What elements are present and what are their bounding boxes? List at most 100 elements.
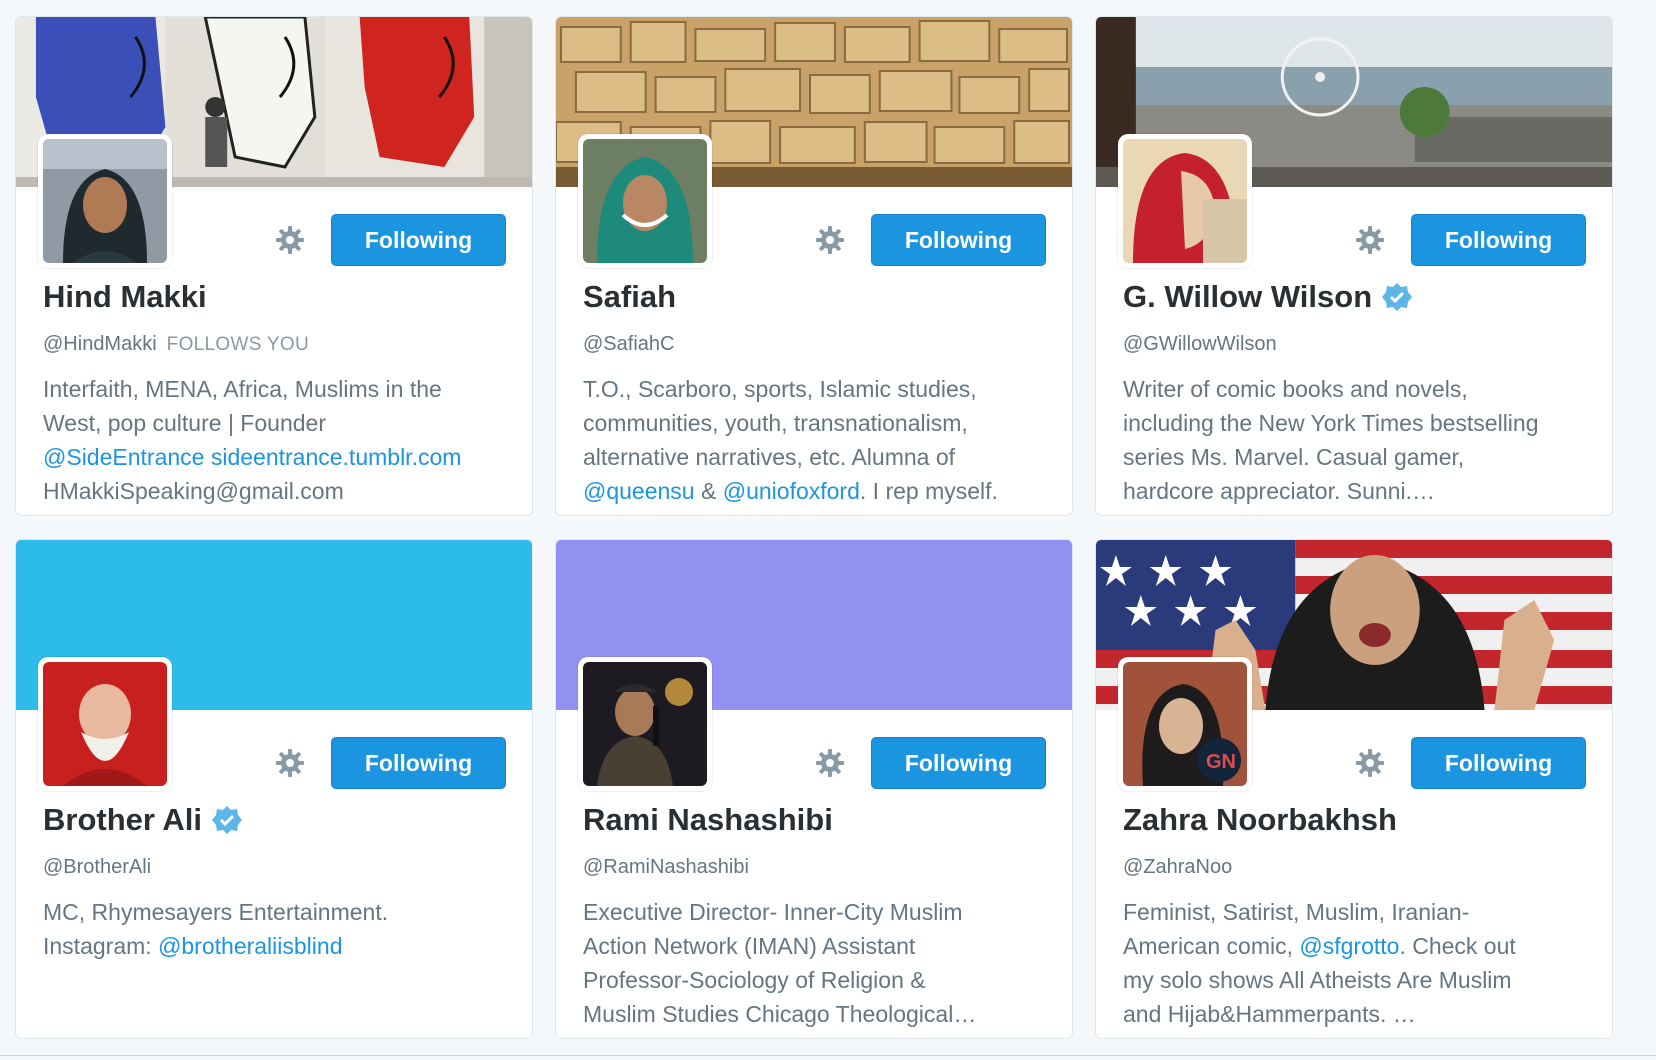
bio-text: . Check out (1399, 933, 1516, 959)
name-row: Brother Ali (43, 802, 243, 838)
avatar[interactable] (578, 134, 712, 268)
bio-text: Professor-Sociology of Religion & (583, 967, 926, 993)
bio-text: series Ms. Marvel. Casual gamer, (1123, 444, 1465, 470)
profile-handle[interactable]: @SafiahC (583, 333, 674, 355)
gear-icon[interactable] (814, 224, 846, 256)
avatar[interactable]: GN (1118, 657, 1252, 791)
profile-name[interactable]: Safiah (583, 279, 676, 315)
following-button[interactable]: Following (1411, 737, 1586, 789)
profile-name[interactable]: Brother Ali (43, 802, 202, 838)
handle-row: @HindMakki FOLLOWS YOU (43, 333, 309, 356)
avatar[interactable] (38, 657, 172, 791)
profile-bio: T.O., Scarboro, sports, Islamic studies,… (583, 372, 1053, 508)
bio-link[interactable]: @sfgrotto (1299, 933, 1399, 959)
bio-link[interactable]: @SideEntrance (43, 444, 204, 470)
gear-icon[interactable] (1354, 224, 1386, 256)
bio-line: T.O., Scarboro, sports, Islamic studies, (583, 372, 1053, 406)
bio-line: West, pop culture | Founder (43, 406, 513, 440)
handle-row: @BrotherAli (43, 856, 151, 879)
bio-line: Interfaith, MENA, Africa, Muslims in the (43, 372, 513, 406)
profile-name[interactable]: Hind Makki (43, 279, 207, 315)
following-button[interactable]: Following (1411, 214, 1586, 266)
bio-line: and Hijab&Hammerpants. … (1123, 997, 1593, 1031)
bio-text: and Hijab&Hammerpants. … (1123, 1001, 1416, 1027)
bio-text: HMakkiSpeaking@gmail.com (43, 478, 344, 504)
profile-card: Following Hind Makki @HindMakki FOLLOWS Y… (15, 16, 533, 516)
following-button[interactable]: Following (331, 214, 506, 266)
bio-line: HMakkiSpeaking@gmail.com (43, 474, 513, 508)
bio-line: @queensu & @uniofoxford. I rep myself. (583, 474, 1053, 508)
profile-handle[interactable]: @GWillowWilson (1123, 333, 1277, 355)
profile-handle[interactable]: @RamiNashashibi (583, 856, 749, 878)
profile-handle[interactable]: @HindMakki (43, 333, 157, 355)
bio-text: Executive Director- Inner-City Muslim (583, 899, 963, 925)
avatar[interactable] (1118, 134, 1252, 268)
profile-handle[interactable]: @ZahraNoo (1123, 856, 1232, 878)
verified-badge-icon (212, 805, 243, 835)
bio-text: American comic, (1123, 933, 1300, 959)
avatar[interactable] (38, 134, 172, 268)
svg-text:GN: GN (1206, 751, 1236, 773)
profile-name[interactable]: G. Willow Wilson (1123, 279, 1372, 315)
avatar[interactable] (578, 657, 712, 791)
bio-text: my solo shows All Atheists Are Muslim (1123, 967, 1512, 993)
bio-line: Professor-Sociology of Religion & (583, 963, 1053, 997)
gear-icon[interactable] (1354, 747, 1386, 779)
bio-line: hardcore appreciator. Sunni.… (1123, 474, 1593, 508)
following-button[interactable]: Following (871, 214, 1046, 266)
page-divider (0, 1055, 1656, 1056)
bio-line: alternative narratives, etc. Alumna of (583, 440, 1053, 474)
bio-line: @SideEntrance sideentrance.tumblr.com (43, 440, 513, 474)
profile-card: Following Safiah @SafiahC T.O., Scarboro… (555, 16, 1073, 516)
bio-text: hardcore appreciator. Sunni.… (1123, 478, 1435, 504)
bio-line: including the New York Times bestselling (1123, 406, 1593, 440)
following-button[interactable]: Following (331, 737, 506, 789)
profile-name[interactable]: Rami Nashashibi (583, 802, 833, 838)
handle-row: @GWillowWilson (1123, 333, 1277, 356)
follows-you-badge: FOLLOWS YOU (166, 334, 309, 355)
verified-badge-icon (1382, 282, 1413, 312)
bio-line: MC, Rhymesayers Entertainment. (43, 895, 513, 929)
profile-handle[interactable]: @BrotherAli (43, 856, 151, 878)
bio-link[interactable]: @brotheraliisblind (158, 933, 342, 959)
bio-text: West, pop culture | Founder (43, 410, 326, 436)
bio-line: series Ms. Marvel. Casual gamer, (1123, 440, 1593, 474)
bio-text: including the New York Times bestselling (1123, 410, 1539, 436)
bio-text: . I rep myself. (859, 478, 998, 504)
following-button[interactable]: Following (871, 737, 1046, 789)
bio-text: Muslim Studies Chicago Theological… (583, 1001, 977, 1027)
handle-row: @ZahraNoo (1123, 856, 1232, 879)
bio-line: Instagram: @brotheraliisblind (43, 929, 513, 963)
profile-card-grid: Following Hind Makki @HindMakki FOLLOWS Y… (0, 0, 1656, 1060)
bio-link[interactable]: @uniofoxford (723, 478, 860, 504)
profile-bio: Executive Director- Inner-City Muslim Act… (583, 895, 1053, 1031)
profile-bio: Interfaith, MENA, Africa, Muslims in the… (43, 372, 513, 508)
profile-card: Following Rami Nashashibi @RamiNashashib… (555, 539, 1073, 1039)
name-row: Rami Nashashibi (583, 802, 833, 838)
gear-icon[interactable] (274, 224, 306, 256)
profile-bio: Feminist, Satirist, Muslim, Iranian- Amer… (1123, 895, 1593, 1031)
bio-text: T.O., Scarboro, sports, Islamic studies, (583, 376, 977, 402)
bio-text: Feminist, Satirist, Muslim, Iranian- (1123, 899, 1470, 925)
bio-text: Instagram: (43, 933, 159, 959)
name-row: Safiah (583, 279, 676, 315)
profile-card: Following Brother Ali @BrotherAli MC, Rh… (15, 539, 533, 1039)
bio-line: my solo shows All Atheists Are Muslim (1123, 963, 1593, 997)
gear-icon[interactable] (274, 747, 306, 779)
handle-row: @SafiahC (583, 333, 674, 356)
profile-bio: MC, Rhymesayers Entertainment. Instagram:… (43, 895, 513, 963)
bio-link[interactable]: @queensu (583, 478, 695, 504)
profile-name[interactable]: Zahra Noorbakhsh (1123, 802, 1397, 838)
bio-text: & (694, 478, 723, 504)
bio-text: alternative narratives, etc. Alumna of (583, 444, 956, 470)
handle-row: @RamiNashashibi (583, 856, 749, 879)
bio-text: Writer of comic books and novels, (1123, 376, 1468, 402)
bio-line: Action Network (IMAN) Assistant (583, 929, 1053, 963)
bio-text: Interfaith, MENA, Africa, Muslims in the (43, 376, 442, 402)
gear-icon[interactable] (814, 747, 846, 779)
bio-link[interactable]: sideentrance.tumblr.com (211, 444, 462, 470)
profile-bio: Writer of comic books and novels, includi… (1123, 372, 1593, 508)
bio-text: Action Network (IMAN) Assistant (583, 933, 916, 959)
bio-line: Feminist, Satirist, Muslim, Iranian- (1123, 895, 1593, 929)
bio-line: communities, youth, transnationalism, (583, 406, 1053, 440)
